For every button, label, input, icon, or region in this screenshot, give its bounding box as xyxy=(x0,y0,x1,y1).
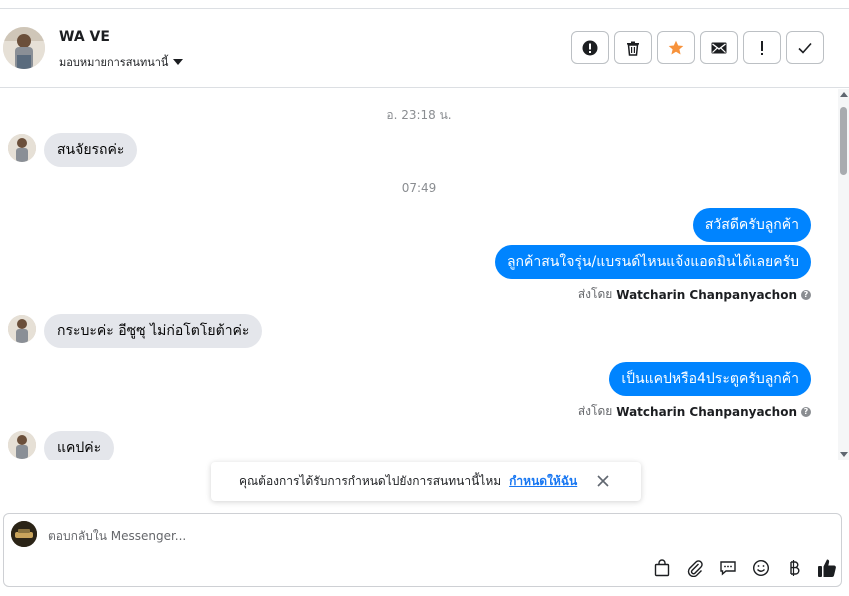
incoming-message[interactable]: กระบะค่ะ อีซูซุ ไม่ก่อโตโยต้าค่ะ xyxy=(44,314,263,348)
baht-icon xyxy=(790,560,800,576)
check-icon xyxy=(798,42,812,54)
payment-button[interactable] xyxy=(782,557,806,579)
like-button[interactable] xyxy=(815,557,839,579)
top-divider xyxy=(0,8,849,9)
emoji-button[interactable] xyxy=(749,557,773,579)
message-list[interactable]: อ. 23:18 น. สนจัยรถค่ะ 07:49 สวัสดีครับล… xyxy=(0,89,849,460)
paperclip-icon xyxy=(687,560,703,577)
outgoing-message[interactable]: สวัสดีครับลูกค้า xyxy=(692,208,811,242)
header-actions xyxy=(571,31,824,64)
speech-bubble-icon xyxy=(720,561,736,576)
delete-button[interactable] xyxy=(614,31,652,64)
envelope-icon xyxy=(711,42,727,53)
alert-circle-icon xyxy=(582,40,598,55)
sender-name[interactable]: Watcharin Chanpanyachon xyxy=(616,405,797,419)
star-icon xyxy=(668,40,684,54)
attach-button[interactable] xyxy=(683,557,707,579)
assign-to-me-link[interactable]: กำหนดให้ฉัน xyxy=(509,472,577,491)
thumbs-up-icon xyxy=(818,559,836,577)
exclamation-icon xyxy=(761,40,763,55)
conversation-header: WA VE มอบหมายการสนทนานี้ xyxy=(0,10,849,88)
assign-dropdown[interactable]: มอบหมายการสนทนานี้ xyxy=(59,53,184,71)
mark-done-button[interactable] xyxy=(786,31,824,64)
scroll-thumb[interactable] xyxy=(840,107,847,175)
caret-down-icon xyxy=(173,59,184,65)
contact-avatar[interactable] xyxy=(3,27,45,69)
trash-icon xyxy=(627,41,639,56)
sent-by-line: ส่งโดย Watcharin Chanpanyachon ? xyxy=(578,402,811,421)
contact-avatar-small xyxy=(8,431,36,459)
chat-scrollbar[interactable] xyxy=(838,89,849,460)
star-button[interactable] xyxy=(657,31,695,64)
inbox-conversation: WA VE มอบหมายการสนทนานี้ อ. 23:18 น. สนจ… xyxy=(0,0,849,596)
sent-by-prefix: ส่งโดย xyxy=(577,287,613,301)
page-avatar xyxy=(11,521,37,547)
scroll-down-arrow-icon[interactable] xyxy=(840,452,848,457)
composer-tools xyxy=(650,557,839,579)
sent-by-prefix: ส่งโดย xyxy=(577,404,613,418)
assign-prompt: คุณต้องการได้รับการกำหนดไปยังการสนทนานี้… xyxy=(211,462,641,501)
sent-by-line: ส่งโดย Watcharin Chanpanyachon ? xyxy=(578,285,811,304)
incoming-message[interactable]: สนจัยรถค่ะ xyxy=(44,133,138,167)
reply-input[interactable] xyxy=(48,526,608,546)
sender-name[interactable]: Watcharin Chanpanyachon xyxy=(616,288,797,302)
scroll-up-arrow-icon[interactable] xyxy=(840,92,848,97)
saved-replies-button[interactable] xyxy=(716,557,740,579)
outgoing-message[interactable]: เป็นแคปหรือ4ประตูครับลูกค้า xyxy=(609,362,811,396)
smiley-icon xyxy=(752,559,770,577)
reply-composer xyxy=(3,513,842,587)
close-icon[interactable] xyxy=(595,473,611,489)
question-icon[interactable]: ? xyxy=(801,406,811,417)
incoming-message[interactable]: แคปค่ะ xyxy=(44,431,115,460)
question-icon[interactable]: ? xyxy=(801,289,811,300)
follow-up-button[interactable] xyxy=(743,31,781,64)
shopping-bag-icon xyxy=(654,559,670,577)
message-timestamp: 07:49 xyxy=(401,181,437,195)
assign-prompt-text: คุณต้องการได้รับการกำหนดไปยังการสนทนานี้… xyxy=(239,474,502,488)
contact-avatar-small xyxy=(8,134,36,162)
assign-label: มอบหมายการสนทนานี้ xyxy=(59,56,169,69)
contact-avatar-small xyxy=(8,315,36,343)
contact-name[interactable]: WA VE xyxy=(59,29,110,45)
mark-unread-button[interactable] xyxy=(700,31,738,64)
spam-button[interactable] xyxy=(571,31,609,64)
shopping-bag-button[interactable] xyxy=(650,557,674,579)
message-timestamp: อ. 23:18 น. xyxy=(386,108,452,122)
outgoing-message[interactable]: ลูกค้าสนใจรุ่น/แบรนด์ไหนแจ้งแอดมินได้เลย… xyxy=(494,245,811,279)
